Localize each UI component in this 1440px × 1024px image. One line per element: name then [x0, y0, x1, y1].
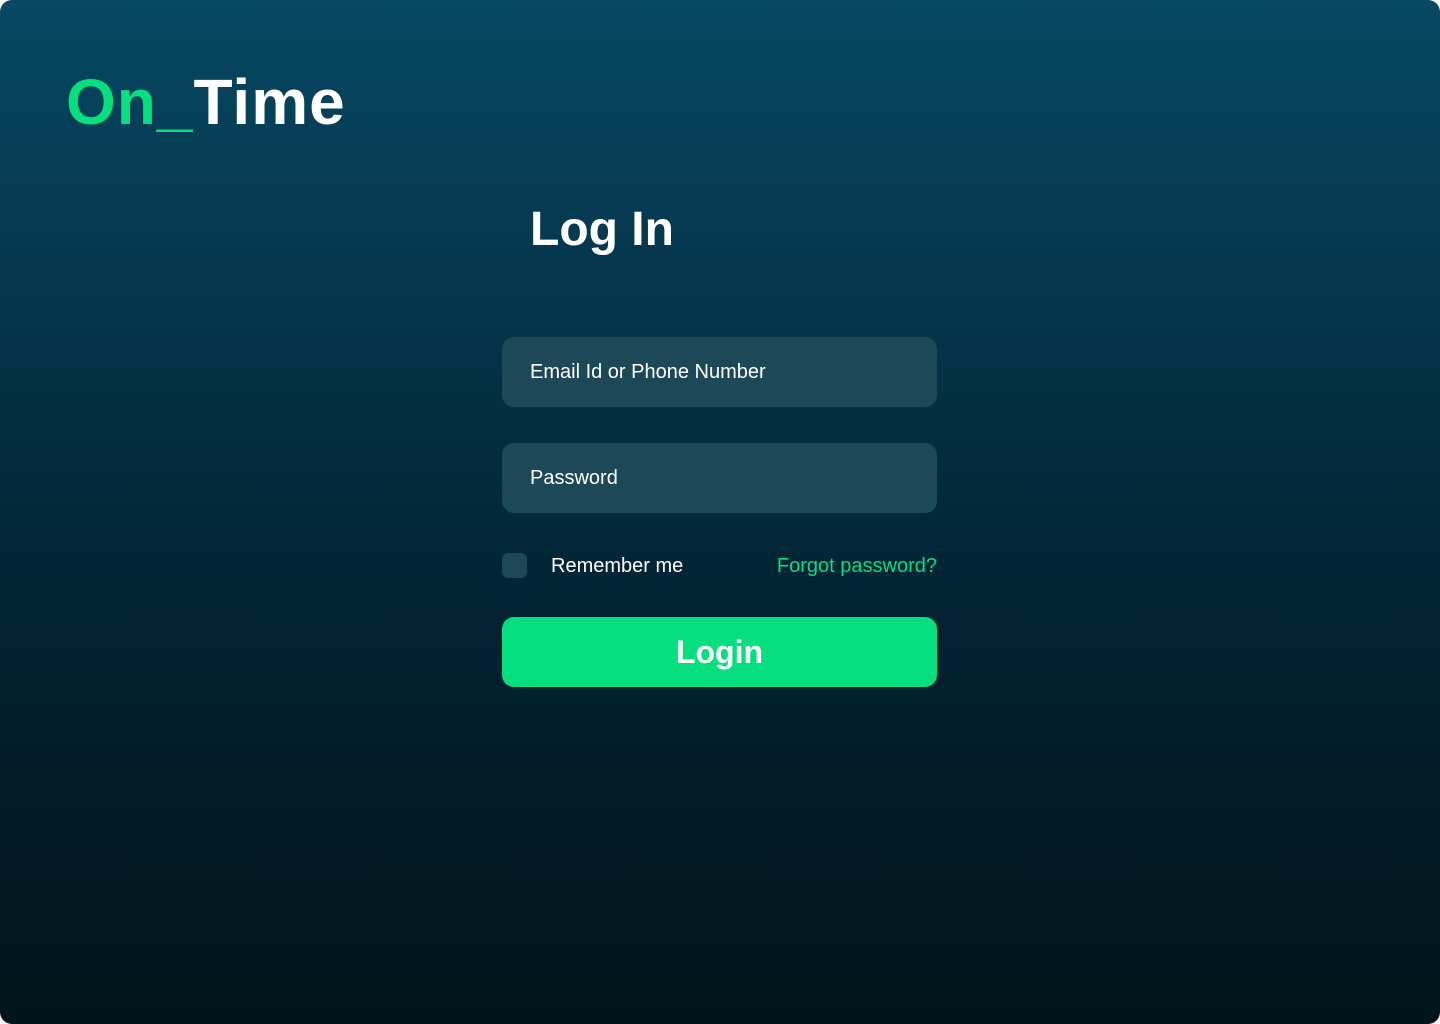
email-field[interactable] [530, 360, 909, 384]
password-field-container [502, 443, 937, 513]
page-title: Log In [530, 203, 674, 256]
brand-logo: On_Time [66, 62, 346, 142]
email-field-container [502, 337, 937, 407]
remember-row: Remember me Forgot password? [502, 552, 937, 580]
login-button[interactable]: Login [502, 617, 937, 687]
brand-logo-accent: On_ [66, 66, 194, 138]
forgot-password-link[interactable]: Forgot password? [777, 552, 937, 580]
remember-me-label[interactable]: Remember me [551, 552, 683, 580]
remember-me-checkbox[interactable] [502, 553, 527, 578]
brand-logo-main: Time [193, 66, 346, 138]
login-screen: On_Time Log In Remember me Forgot passwo… [0, 0, 1440, 1024]
password-field[interactable] [530, 466, 909, 490]
